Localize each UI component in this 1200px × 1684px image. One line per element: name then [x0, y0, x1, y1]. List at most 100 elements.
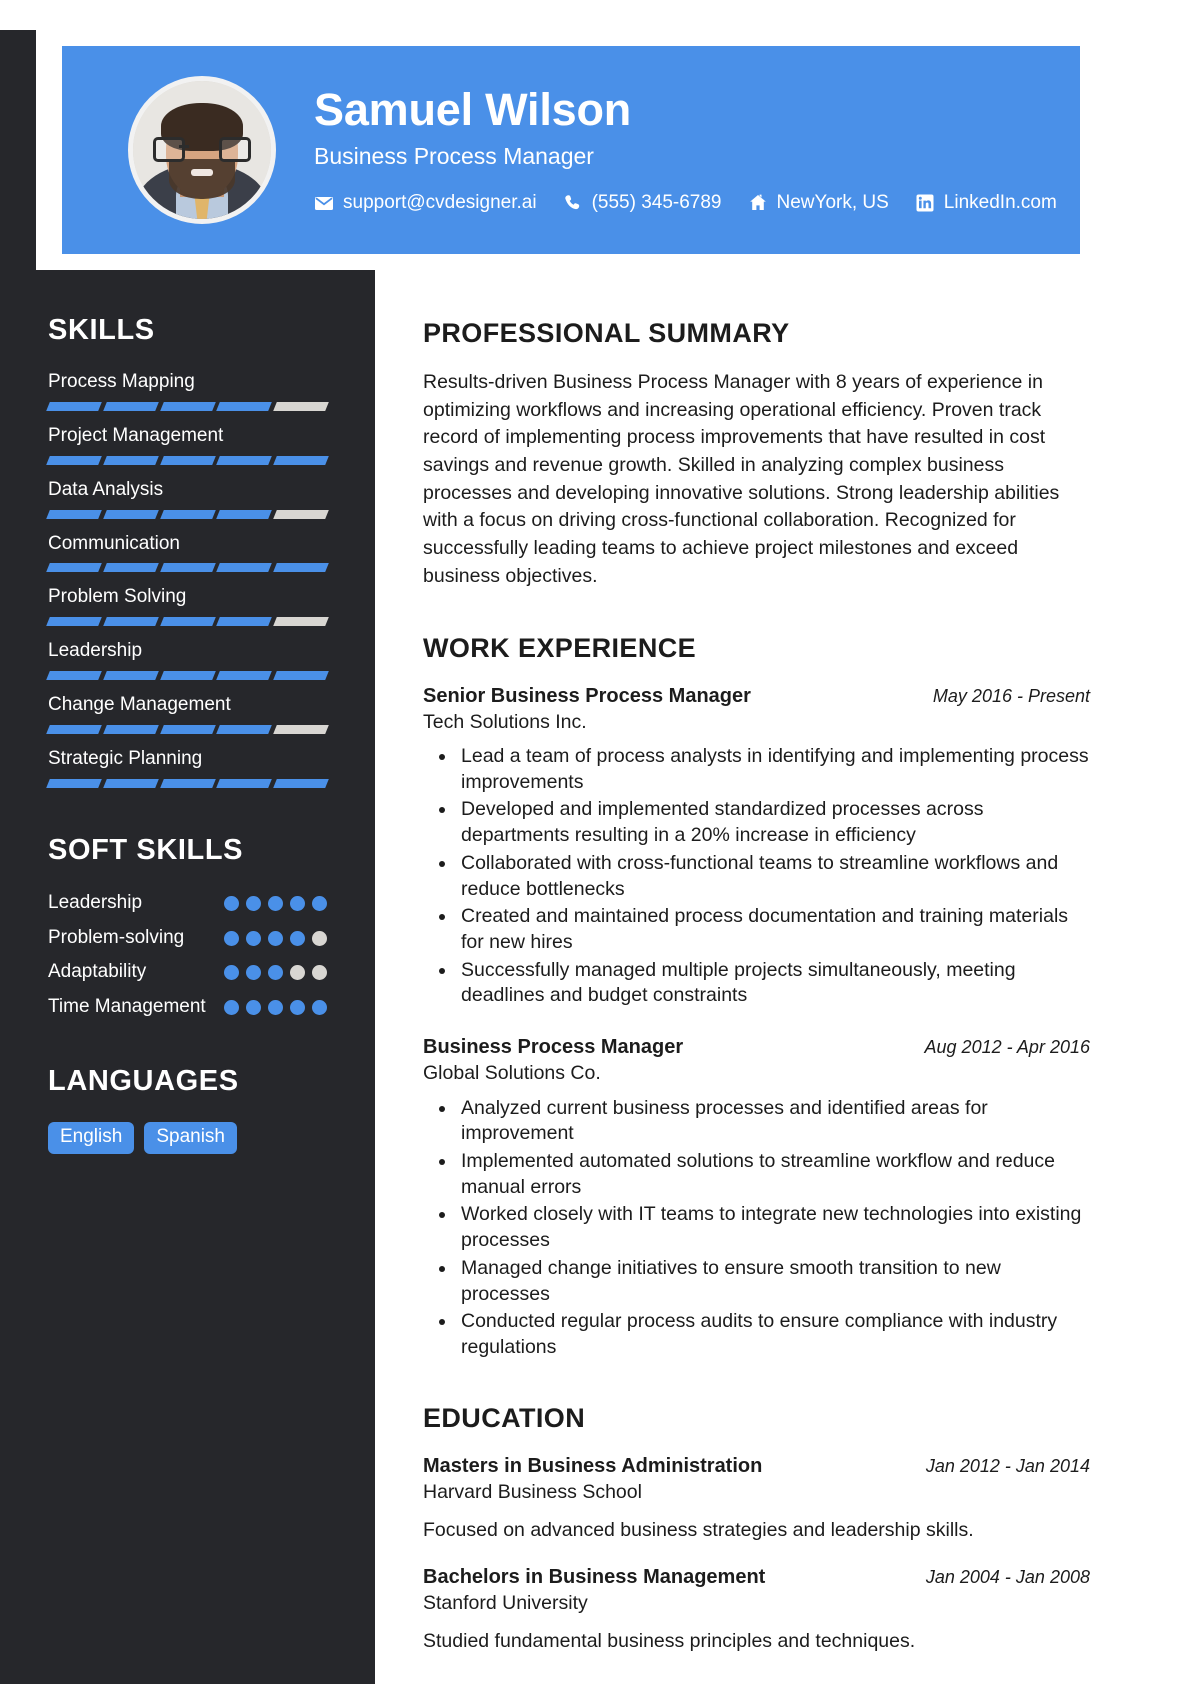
job-bullet: Managed change initiatives to ensure smo… [457, 1256, 1090, 1307]
phone-icon [563, 193, 583, 213]
skill-item: Strategic Planning [46, 747, 329, 788]
rating-dot [312, 930, 327, 946]
rating-dot [224, 1000, 239, 1015]
main-content: PROFESSIONAL SUMMARY Results-driven Busi… [375, 282, 1200, 1676]
job-title: Senior Business Process Manager [423, 684, 751, 707]
contact-email-text: support@cvdesigner.ai [343, 192, 537, 214]
soft-skill-rating [224, 995, 327, 1015]
skill-bar-segment [102, 401, 159, 411]
rating-dot [268, 895, 283, 911]
skill-bar-segment [159, 455, 216, 465]
language-tag: Spanish [144, 1121, 237, 1154]
education-date-range: Jan 2012 - Jan 2014 [925, 1455, 1090, 1476]
job-bullet-list: Analyzed current business processes and … [423, 1096, 1090, 1361]
skill-label: Communication [48, 532, 180, 554]
job-bullet: Developed and implemented standardized p… [457, 797, 1090, 848]
job-bullet: Implemented automated solutions to strea… [457, 1149, 1090, 1200]
skill-level-bar [46, 617, 329, 627]
job-bullet: Lead a team of process analysts in ident… [457, 744, 1090, 795]
skill-item: Leadership [46, 640, 329, 681]
education-entry-header: Masters in Business Administration Jan 20… [423, 1454, 1090, 1479]
job-bullet: Collaborated with cross-functional teams… [457, 851, 1090, 902]
skill-bar-segment [46, 778, 102, 788]
skill-bar-segment [273, 724, 329, 734]
contact-phone[interactable]: (555) 345-6789 [563, 192, 722, 214]
rating-dot [246, 930, 261, 946]
soft-skill-rating [224, 926, 327, 946]
soft-skill-label: Problem-solving [48, 926, 185, 948]
skill-bar-segment [46, 617, 102, 627]
rating-dot [224, 930, 239, 946]
candidate-role: Business Process Manager [314, 143, 594, 170]
education-entry-header: Bachelors in Business Management Jan 2004… [423, 1565, 1090, 1590]
rating-dot [246, 895, 261, 911]
skill-label: Leadership [48, 640, 143, 662]
skill-bar-segment [102, 563, 159, 573]
degree-title: Masters in Business Administration [423, 1454, 763, 1477]
education-section-title: EDUCATION [423, 1402, 586, 1433]
skill-item: Data Analysis [46, 478, 329, 519]
soft-skill-label: Leadership [48, 891, 143, 913]
skill-bar-segment [159, 778, 216, 788]
rating-dot [290, 1000, 305, 1015]
experience-entry-header: Business Process Manager Aug 2012 - Apr 2… [423, 1035, 1090, 1060]
skill-label: Data Analysis [48, 478, 164, 500]
skill-level-bar [46, 509, 329, 519]
job-bullet: Created and maintained process documenta… [457, 904, 1090, 955]
job-bullet: Analyzed current business processes and … [457, 1096, 1090, 1147]
summary-section-title: PROFESSIONAL SUMMARY [423, 318, 790, 348]
skill-bar-segment [102, 778, 159, 788]
skill-bar-segment [273, 617, 329, 627]
skill-bar-segment [159, 563, 216, 573]
rating-dot [312, 965, 327, 981]
job-bullet: Successfully managed multiple projects s… [457, 958, 1090, 1009]
envelope-icon [314, 193, 334, 213]
job-date-range: Aug 2012 - Apr 2016 [924, 1037, 1090, 1058]
rating-dot [268, 930, 283, 946]
skill-level-bar [46, 563, 329, 573]
school-name: Stanford University [423, 1591, 588, 1614]
degree-title: Bachelors in Business Management [423, 1565, 766, 1588]
skill-bar-segment [102, 509, 159, 519]
rating-dot [290, 930, 305, 946]
contact-row: support@cvdesigner.ai (555) 345-6789 New… [314, 192, 1057, 214]
skills-section-title: SKILLS [48, 314, 155, 346]
skill-level-bar [46, 401, 329, 411]
rating-dot [268, 1000, 283, 1015]
rating-dot [224, 895, 239, 911]
experience-list: Senior Business Process Manager May 2016 … [423, 684, 1090, 1361]
linkedin-icon [915, 193, 935, 213]
skill-level-bar [46, 671, 329, 681]
skill-item: Problem Solving [46, 586, 329, 627]
education-list: Masters in Business Administration Jan 20… [423, 1454, 1090, 1656]
job-bullet: Conducted regular process audits to ensu… [457, 1309, 1090, 1360]
contact-location[interactable]: NewYork, US [748, 192, 889, 214]
company-name: Tech Solutions Inc. [423, 710, 587, 733]
contact-email[interactable]: support@cvdesigner.ai [314, 192, 537, 214]
school-name: Harvard Business School [423, 1480, 642, 1503]
skill-bar-segment [159, 724, 216, 734]
skill-item: Process Mapping [46, 371, 329, 411]
education-date-range: Jan 2004 - Jan 2008 [925, 1566, 1090, 1587]
soft-skill-rating [224, 960, 327, 981]
skill-bar-segment [46, 401, 102, 411]
skill-label: Strategic Planning [48, 747, 203, 769]
skill-bar-segment [273, 671, 329, 681]
skill-bar-segment [102, 455, 159, 465]
rating-dot [290, 895, 305, 911]
soft-skill-item: Adaptability [48, 960, 327, 984]
skill-bar-segment [273, 778, 329, 788]
contact-linkedin[interactable]: LinkedIn.com [915, 192, 1057, 214]
company-name: Global Solutions Co. [423, 1062, 601, 1085]
skill-bar-segment [159, 401, 216, 411]
job-title: Business Process Manager [423, 1036, 684, 1059]
top-white-gutter [0, 0, 1200, 30]
skill-label: Change Management [48, 694, 231, 716]
soft-skill-item: Time Management [48, 995, 327, 1019]
rating-dot [246, 1000, 261, 1015]
skill-bar-segment [46, 509, 102, 519]
rating-dot [312, 895, 327, 911]
resume-page: Samuel Wilson Business Process Manager s… [0, 0, 1200, 1684]
rating-dot [224, 965, 239, 981]
job-bullet: Worked closely with IT teams to integrat… [457, 1202, 1090, 1253]
